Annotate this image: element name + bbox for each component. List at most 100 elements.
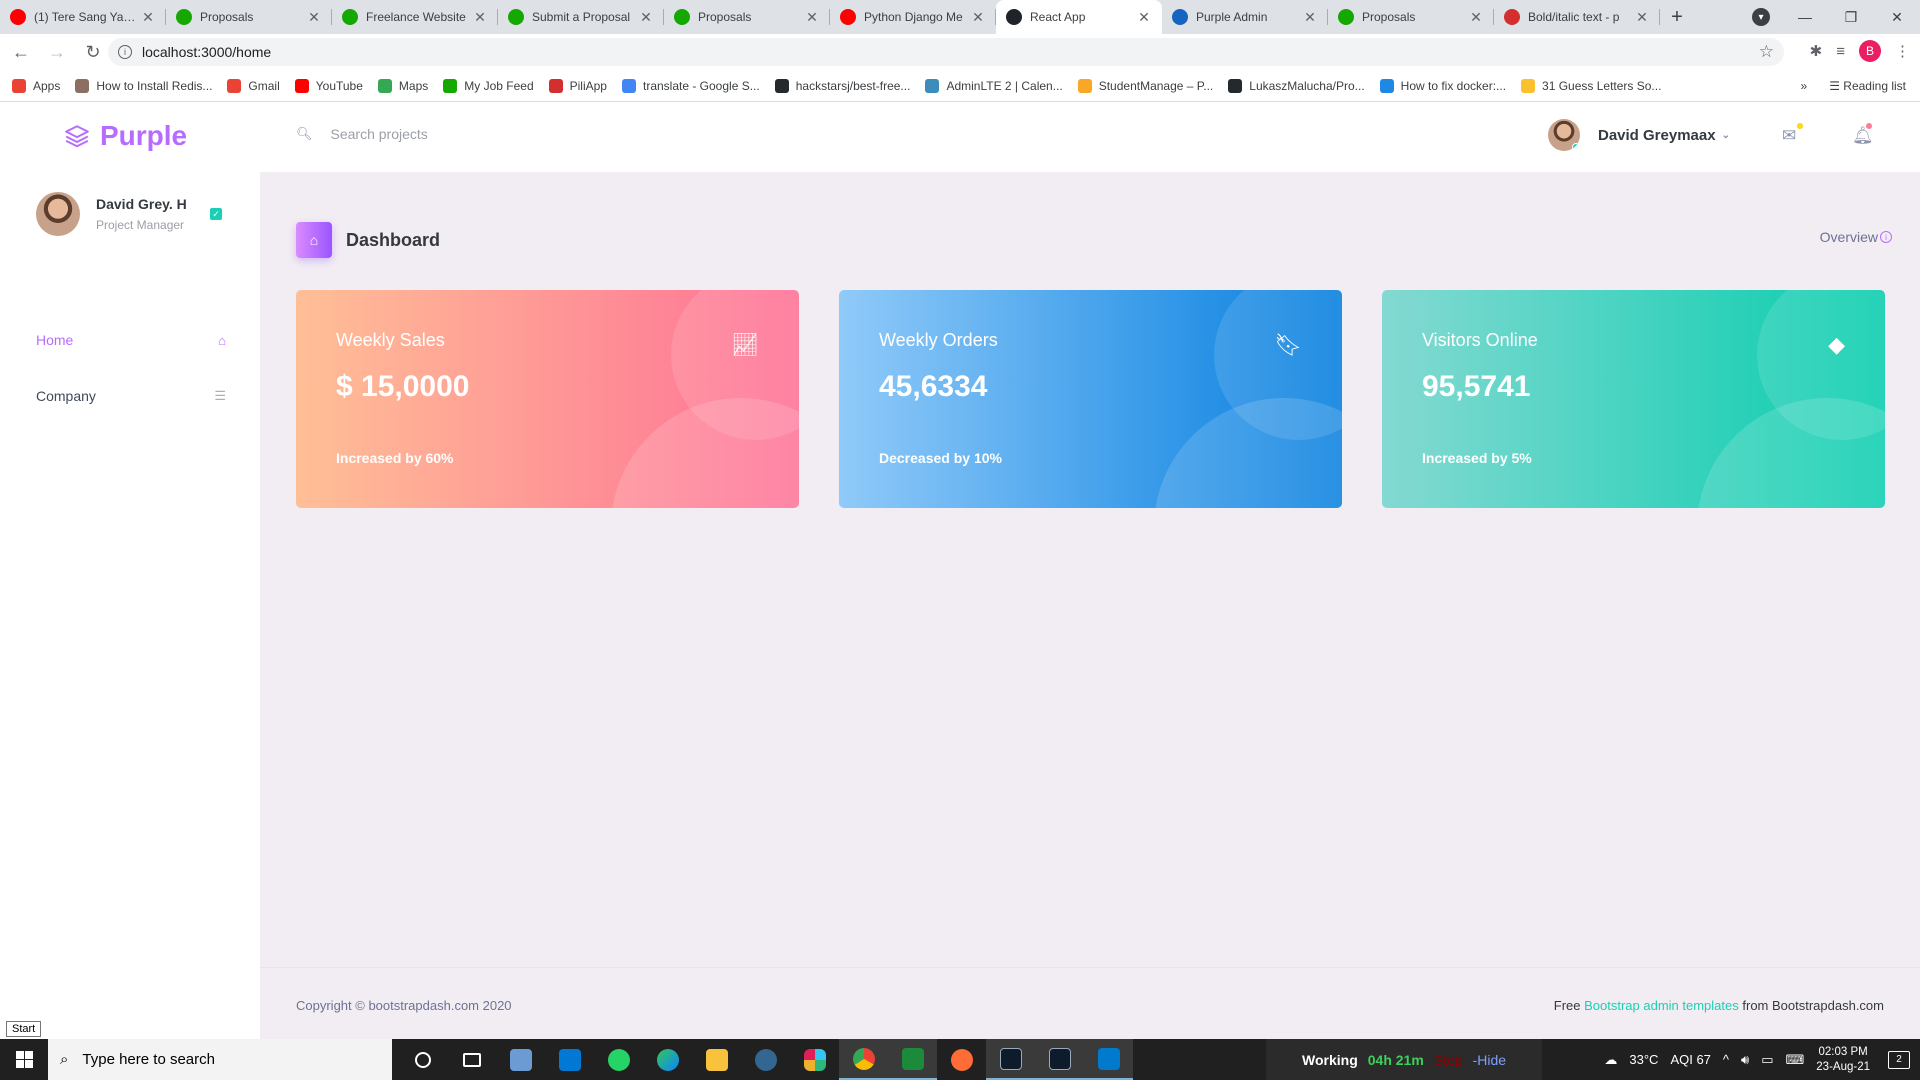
close-tab-icon[interactable]: ✕ xyxy=(306,9,322,26)
footer-prefix: Free xyxy=(1553,998,1581,1013)
close-tab-icon[interactable]: ✕ xyxy=(1634,9,1650,26)
start-button[interactable] xyxy=(0,1039,48,1080)
mail-app-icon[interactable] xyxy=(545,1039,594,1080)
bookmark-item[interactable]: Apps xyxy=(12,78,60,93)
taskbar-search[interactable]: ⌕ Type here to search xyxy=(48,1039,392,1080)
close-tab-icon[interactable]: ✕ xyxy=(970,9,986,26)
taskbar-search-input[interactable]: Type here to search xyxy=(82,1051,215,1068)
language-icon[interactable]: ⌨ xyxy=(1786,1052,1805,1068)
bookmark-item[interactable]: Maps xyxy=(377,78,428,93)
vscode-icon[interactable] xyxy=(1084,1039,1133,1080)
system-tray: ☁ 33°C AQI 67 ^ 🔊︎ ▭ ⌨ 02:03 PM 23-Aug-2… xyxy=(1604,1039,1920,1080)
browser-tab[interactable]: Proposals ✕ xyxy=(664,0,830,34)
browser-tab[interactable]: Purple Admin ✕ xyxy=(1162,0,1328,34)
browser-tab[interactable]: React App ✕ xyxy=(996,0,1162,34)
close-tab-icon[interactable]: ✕ xyxy=(140,9,156,26)
slack-icon[interactable] xyxy=(790,1039,839,1080)
postgres-icon[interactable] xyxy=(741,1039,790,1080)
project-search[interactable]: 🔍︎ Search projects xyxy=(296,126,428,142)
volume-icon[interactable]: 🔊︎ xyxy=(1741,1052,1749,1068)
upwork-icon xyxy=(1338,9,1354,25)
chrome-icon[interactable] xyxy=(839,1039,888,1080)
site-info-icon[interactable]: i xyxy=(118,45,132,59)
bookmark-star-icon[interactable]: ☆ xyxy=(1759,42,1774,62)
browser-tab[interactable]: Proposals ✕ xyxy=(166,0,332,34)
search-input[interactable]: Search projects xyxy=(331,126,428,142)
close-tab-icon[interactable]: ✕ xyxy=(1468,9,1484,26)
close-window-icon[interactable]: ✕ xyxy=(1874,9,1920,26)
task-view-icon[interactable] xyxy=(447,1039,496,1080)
reload-icon[interactable]: ↻ xyxy=(78,42,108,63)
sidebar-item-home[interactable]: Home ⌂ xyxy=(36,332,226,348)
bookmark-item[interactable]: YouTube xyxy=(294,78,363,93)
mail-icon[interactable]: ✉ xyxy=(1782,126,1796,146)
browser-tab[interactable]: Bold/italic text - p ✕ xyxy=(1494,0,1660,34)
bell-icon[interactable]: 🔔︎ xyxy=(1852,126,1874,146)
whatsapp-icon[interactable] xyxy=(594,1039,643,1080)
menu-icon[interactable]: ⋮ xyxy=(1895,42,1910,60)
url-text[interactable]: localhost:3000/home xyxy=(142,44,271,60)
forward-icon[interactable]: → xyxy=(42,42,72,63)
browser-tab[interactable]: Proposals ✕ xyxy=(1328,0,1494,34)
close-tab-icon[interactable]: ✕ xyxy=(638,9,654,26)
extensions-icon[interactable]: ✱ xyxy=(1810,42,1823,60)
bookmark-item[interactable]: Gmail xyxy=(227,78,280,93)
bookmark-item[interactable]: My Job Feed xyxy=(443,78,534,93)
sidebar-profile[interactable]: David Grey. H Project Manager xyxy=(36,192,187,236)
bookmark-item[interactable]: hackstarsj/best-free... xyxy=(774,78,910,93)
network-icon[interactable]: ▭ xyxy=(1761,1052,1773,1068)
minimize-icon[interactable]: — xyxy=(1782,9,1828,25)
bookmark-item[interactable]: PiliApp xyxy=(548,78,607,93)
user-dropdown[interactable]: David Greymaax ⌄ xyxy=(1548,119,1730,151)
bookmark-label: translate - Google S... xyxy=(642,78,760,93)
sidebar-item-company[interactable]: Company ☰ xyxy=(36,388,226,404)
cortana-icon[interactable] xyxy=(398,1039,447,1080)
weather-temp[interactable]: 33°C xyxy=(1629,1052,1658,1067)
new-tab-button[interactable]: + xyxy=(1660,0,1694,34)
address-bar[interactable]: i localhost:3000/home ☆ xyxy=(108,38,1784,66)
bookmark-item[interactable]: LukaszMalucha/Pro... xyxy=(1228,78,1365,93)
tab-search-icon[interactable]: ▾ xyxy=(1752,8,1770,26)
tab-title: Proposals xyxy=(698,10,752,24)
network-app-icon[interactable] xyxy=(496,1039,545,1080)
timelogger-icon-2[interactable] xyxy=(1035,1039,1084,1080)
brand-logo[interactable]: Purple xyxy=(64,120,187,152)
bookmark-item[interactable]: StudentManage – P... xyxy=(1077,78,1213,93)
overview-link[interactable]: Overview i xyxy=(1820,229,1892,245)
top-navbar: Purple 🔍︎ Search projects David Greymaax… xyxy=(0,102,1920,172)
aqi-text[interactable]: AQI 67 xyxy=(1670,1052,1710,1067)
bookmark-item[interactable]: How to fix docker:... xyxy=(1379,78,1506,93)
weather-icon[interactable]: ☁ xyxy=(1604,1052,1617,1068)
more-bookmarks-icon[interactable]: » xyxy=(1801,79,1808,93)
browser-tab[interactable]: Freelance Website ✕ xyxy=(332,0,498,34)
browser-tab[interactable]: Submit a Proposal ✕ xyxy=(498,0,664,34)
bookmark-item[interactable]: How to Install Redis... xyxy=(75,78,213,93)
browser-tab[interactable]: Python Django Me ✕ xyxy=(830,0,996,34)
chevron-up-icon[interactable]: ^ xyxy=(1723,1052,1729,1067)
home-icon: ⌂ xyxy=(296,222,332,258)
bookmark-item[interactable]: 31 Guess Letters So... xyxy=(1521,78,1661,93)
file-explorer-icon[interactable] xyxy=(692,1039,741,1080)
bootstrap-templates-link[interactable]: Bootstrap admin templates xyxy=(1584,998,1739,1013)
profile-avatar[interactable]: B xyxy=(1859,40,1881,62)
reading-list-button[interactable]: ☰ Reading list xyxy=(1829,79,1906,93)
timelogger-icon[interactable] xyxy=(986,1039,1035,1080)
bookmark-item[interactable]: AdminLTE 2 | Calen... xyxy=(925,78,1063,93)
browser-tab[interactable]: (1) Tere Sang Yaara ✕ xyxy=(0,0,166,34)
close-tab-icon[interactable]: ✕ xyxy=(804,9,820,26)
back-icon[interactable]: ← xyxy=(6,42,36,63)
bookmark-label: How to Install Redis... xyxy=(96,78,213,93)
system-clock[interactable]: 02:03 PM 23-Aug-21 xyxy=(1816,1045,1870,1075)
media-icon[interactable]: ≡ xyxy=(1836,43,1845,60)
notification-center-icon[interactable]: 2 xyxy=(1888,1050,1910,1069)
tracker-hide-button[interactable]: -Hide xyxy=(1473,1052,1506,1068)
app-icon-green[interactable] xyxy=(888,1039,937,1080)
postman-icon[interactable] xyxy=(937,1039,986,1080)
close-tab-icon[interactable]: ✕ xyxy=(1136,9,1152,26)
restore-icon[interactable]: ❐ xyxy=(1828,9,1874,26)
edge-icon[interactable] xyxy=(643,1039,692,1080)
tracker-stop-button[interactable]: Stop xyxy=(1434,1052,1463,1068)
bookmark-item[interactable]: translate - Google S... xyxy=(621,78,760,93)
close-tab-icon[interactable]: ✕ xyxy=(472,9,488,26)
close-tab-icon[interactable]: ✕ xyxy=(1302,9,1318,26)
